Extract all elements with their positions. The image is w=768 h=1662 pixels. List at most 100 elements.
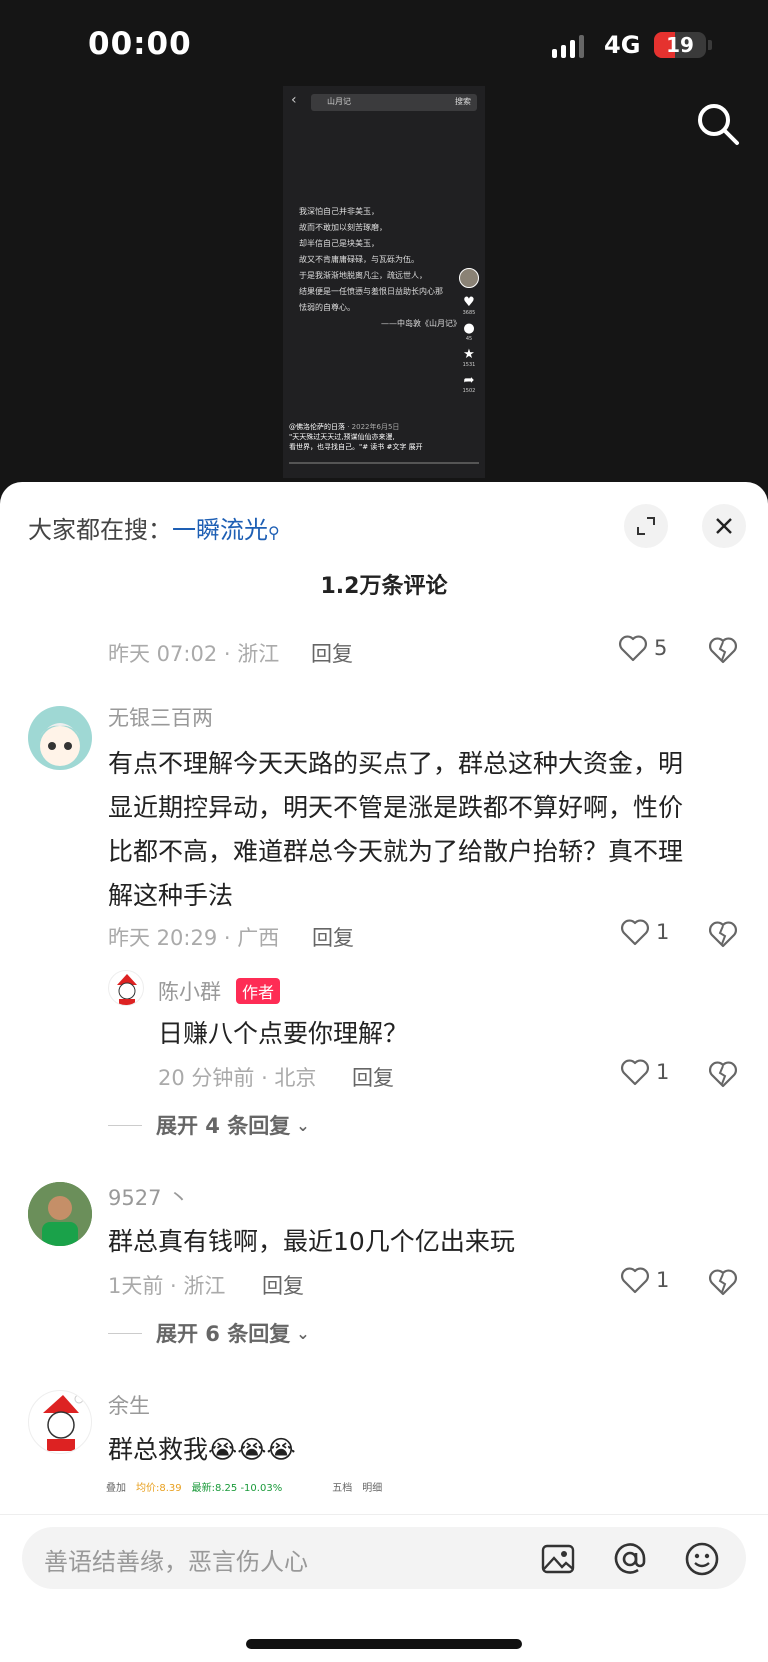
video-preview[interactable]: ‹ 山月记 搜索 我深怕自己并非美玉， 故而不敢加以刻苦琢磨， 却半信自己是块美… xyxy=(283,86,485,478)
stock-avg: 均价:8.39 xyxy=(136,1482,182,1494)
hot-search[interactable]: 大家都在搜：一瞬流光⚲ xyxy=(28,510,280,545)
comment-icon[interactable]: ● xyxy=(457,322,481,336)
network-type: 4G xyxy=(604,31,641,59)
cartoon-avatar-icon xyxy=(40,723,80,766)
broken-heart-icon[interactable] xyxy=(708,1268,738,1296)
like-button[interactable]: 1 xyxy=(620,918,669,946)
expand-replies[interactable]: 展开 4 条回复 ⌄ xyxy=(108,1110,310,1140)
video-date: · 2022年6月5日 xyxy=(347,423,400,431)
comment-meta: 20 分钟前 · 北京 xyxy=(158,1066,317,1090)
favorite-count: 1531 xyxy=(462,362,476,368)
stock-tab: 五档 xyxy=(332,1482,353,1494)
comment-text: 有点不理解今天天路的买点了，群总这种大资金，明 显近期控异动，明天不管是涨是跌都… xyxy=(108,742,683,918)
expand-replies[interactable]: 展开 6 条回复 ⌄ xyxy=(108,1318,310,1348)
comment-text: 日赚八个点要你理解？ xyxy=(158,1019,409,1048)
comment-line: 解这种手法 xyxy=(108,881,234,910)
battery-level: 19 xyxy=(666,33,694,57)
like-count: 1 xyxy=(656,1268,670,1292)
close-button[interactable] xyxy=(702,504,746,548)
username[interactable]: 余生 xyxy=(108,1390,150,1420)
video-search-bar[interactable]: 山月记 搜索 xyxy=(311,94,477,111)
poem-line: 怯弱的自尊心。 xyxy=(299,303,355,312)
poem-line: 故而不敢加以刻苦琢磨， xyxy=(299,223,387,232)
like-count: 5 xyxy=(654,636,668,660)
poem-line: 我深怕自己并非美玉， xyxy=(299,207,379,216)
broken-heart-icon[interactable] xyxy=(708,1060,738,1088)
creator-avatar[interactable] xyxy=(459,268,479,288)
input-placeholder: 善语结善缘，恶言伤人心 xyxy=(44,1548,308,1576)
comment-meta: 1天前 · 浙江 xyxy=(108,1274,226,1298)
star-icon[interactable]: ★ xyxy=(457,348,481,362)
video-caption: @佛洛伦萨的日落 · 2022年6月5日 "天天殊过天天过,预谋仙仙亦来漫, 看… xyxy=(289,422,459,452)
status-bar: 00:00 4G 19 xyxy=(0,0,768,90)
photo-avatar-icon xyxy=(28,1182,92,1246)
expand-icon xyxy=(637,517,655,535)
avatar[interactable] xyxy=(28,706,92,770)
poem-text: 我深怕自己并非美玉， 故而不敢加以刻苦琢磨， 却半信自己是块美玉， 故又不肯庸庸… xyxy=(299,204,469,332)
image-icon[interactable] xyxy=(540,1541,576,1577)
broken-heart-icon[interactable] xyxy=(708,636,738,664)
stock-latest: 最新:8.25 -10.03% xyxy=(191,1482,283,1494)
comment-line: 显近期控异动，明天不管是涨是跌都不算好啊，性价 xyxy=(108,793,684,822)
video-actions: ♥ 3685 ● 45 ★ 1531 ➦ 1502 xyxy=(457,268,481,400)
close-icon xyxy=(716,518,732,534)
share-count: 1502 xyxy=(462,388,476,394)
home-indicator[interactable] xyxy=(246,1639,522,1649)
reply-button[interactable]: 回复 xyxy=(311,638,353,668)
battery-tip xyxy=(708,40,712,50)
hot-search-term[interactable]: 一瞬流光 xyxy=(172,516,268,544)
emoji-icon[interactable] xyxy=(684,1541,720,1577)
heart-outline-icon xyxy=(621,1059,649,1086)
comment-line: 比都不高，难道群总今天就为了给散户抬轿？真不理 xyxy=(108,837,684,866)
stock-strip: 叠加 均价:8.39 最新:8.25 -10.03% 五档 明细 xyxy=(106,1476,406,1496)
username[interactable]: 陈小群 xyxy=(158,976,221,1006)
reply-button[interactable]: 回复 xyxy=(262,1270,304,1300)
divider xyxy=(108,1124,142,1126)
video-search-button[interactable]: 搜索 xyxy=(455,96,471,107)
search-icon[interactable] xyxy=(694,100,742,148)
search-icon: ⚲ xyxy=(268,523,280,542)
chevron-down-icon: ⌄ xyxy=(296,1323,310,1343)
username[interactable]: 9527 丶 xyxy=(108,1182,189,1212)
author-badge: 作者 xyxy=(236,978,281,1004)
reply-button[interactable]: 回复 xyxy=(352,1062,394,1092)
caption-line: "天天殊过天天过,预谋仙仙亦来漫, xyxy=(289,433,395,441)
video-author[interactable]: @佛洛伦萨的日落 xyxy=(289,423,345,431)
comment-meta: 昨天 20:29 · 广西 xyxy=(108,926,280,950)
chevron-down-icon: ⌄ xyxy=(296,1115,310,1135)
hot-search-prefix: 大家都在搜： xyxy=(28,516,172,544)
share-icon[interactable]: ➦ xyxy=(457,374,481,388)
caption-line: 看世界，也寻找自己。"# 读书 #文字 展开 xyxy=(289,443,423,451)
video-progress[interactable] xyxy=(289,462,479,464)
mention-icon[interactable] xyxy=(612,1541,648,1577)
santa-avatar-icon xyxy=(117,974,137,1005)
expand-replies-label: 展开 6 条回复 xyxy=(156,1322,291,1346)
like-button[interactable]: 1 xyxy=(620,1058,669,1086)
heart-outline-icon xyxy=(619,635,647,662)
clock: 00:00 xyxy=(88,26,192,62)
heart-outline-icon xyxy=(621,919,649,946)
avatar[interactable] xyxy=(108,970,144,1006)
comment-input-bar: 善语结善缘，恶言伤人心 xyxy=(0,1514,768,1662)
reply-button[interactable]: 回复 xyxy=(312,922,354,952)
avatar[interactable] xyxy=(28,1390,92,1454)
username[interactable]: 无银三百两 xyxy=(108,702,213,732)
poem-line: 却半信自己是块美玉， xyxy=(299,239,379,248)
like-button[interactable]: 5 xyxy=(618,634,667,662)
comment-meta: 昨天 07:02 · 浙江 xyxy=(108,642,280,666)
poem-line: 于是我渐渐地脱离凡尘，疏远世人， xyxy=(299,271,427,280)
back-icon[interactable]: ‹ xyxy=(291,92,297,108)
crying-emoji-icon: 😭😭😭 xyxy=(208,1435,296,1464)
comment-input[interactable]: 善语结善缘，恶言伤人心 xyxy=(22,1527,746,1589)
expand-button[interactable] xyxy=(624,504,668,548)
signal-icon xyxy=(552,34,584,58)
like-button[interactable]: 1 xyxy=(620,1266,669,1294)
comment-text: 群总真有钱啊，最近10几个亿出来玩 xyxy=(108,1227,515,1256)
comment-line: 有点不理解今天天路的买点了，群总这种大资金，明 xyxy=(108,749,684,778)
poem-signature: ——中岛敦《山月记》 xyxy=(381,319,461,328)
broken-heart-icon[interactable] xyxy=(708,920,738,948)
poem-line: 故又不肯庸庸碌碌，与瓦砾为伍。 xyxy=(299,255,419,264)
santa-avatar-icon xyxy=(43,1394,84,1451)
avatar[interactable] xyxy=(28,1182,92,1246)
heart-icon[interactable]: ♥ xyxy=(457,296,481,310)
